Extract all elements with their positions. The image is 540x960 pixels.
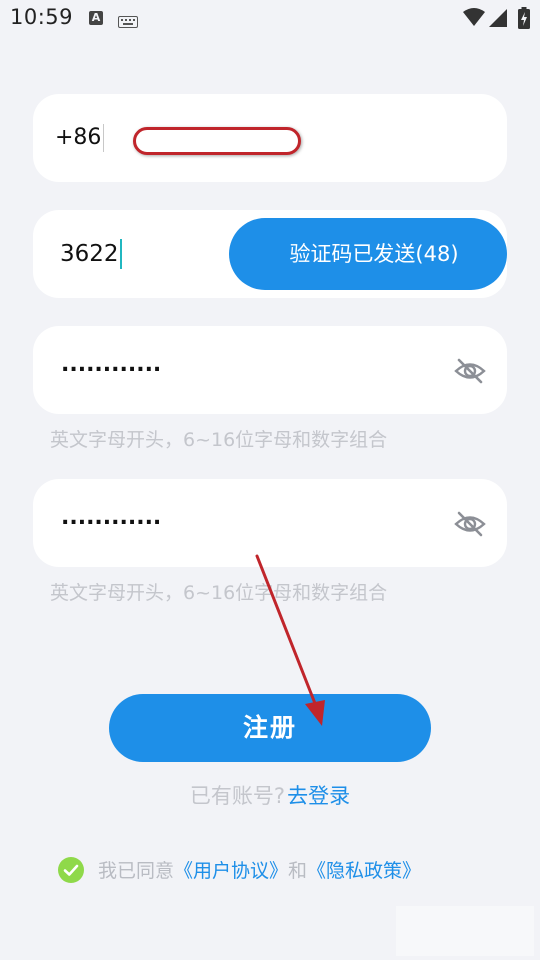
confirm-password-input[interactable]: ............ xyxy=(61,505,161,530)
login-prompt: 已有账号? xyxy=(189,784,286,808)
password-hint: 英文字母开头，6~16位字母和数字组合 xyxy=(50,429,388,451)
text-cursor xyxy=(120,239,122,269)
country-code-selector[interactable]: +86 xyxy=(55,125,101,150)
password-field[interactable]: ............ xyxy=(33,326,507,414)
corner-overlay xyxy=(396,906,534,956)
login-row: 已有账号?去登录 xyxy=(0,780,540,810)
send-code-button[interactable]: 验证码已发送(48) xyxy=(229,218,507,290)
confirm-password-field[interactable]: ............ xyxy=(33,479,507,567)
battery-charging-icon xyxy=(518,7,530,33)
verification-code-input[interactable]: 3622 xyxy=(60,241,119,267)
confirm-password-hint: 英文字母开头，6~16位字母和数字组合 xyxy=(50,582,388,604)
eye-off-icon[interactable] xyxy=(453,354,487,388)
login-link[interactable]: 去登录 xyxy=(287,784,350,808)
privacy-policy-link[interactable]: 《隐私政策》 xyxy=(307,860,421,882)
signal-icon xyxy=(488,8,508,32)
status-bar: 10:59 A xyxy=(0,0,540,40)
status-time: 10:59 xyxy=(10,5,74,29)
user-agreement-link[interactable]: 《用户协议》 xyxy=(174,860,288,882)
eye-off-icon[interactable] xyxy=(453,507,487,541)
verification-code-field[interactable]: 3622 验证码已发送(48) xyxy=(33,210,507,298)
accessibility-a-icon: A xyxy=(89,11,103,25)
country-code-divider xyxy=(103,124,104,152)
agreement-prefix: 我已同意 xyxy=(98,860,175,882)
keyboard-icon xyxy=(118,13,138,32)
phone-field[interactable]: +86 xyxy=(33,94,507,182)
check-circle-icon[interactable] xyxy=(58,856,84,883)
agreement-row: 我已同意《用户协议》和《隐私政策》 xyxy=(58,856,421,886)
redacted-phone-annotation xyxy=(133,127,301,155)
password-input[interactable]: ............ xyxy=(61,352,161,377)
agreement-conjunction: 和 xyxy=(288,860,308,882)
wifi-icon xyxy=(462,7,486,31)
register-button[interactable]: 注册 xyxy=(109,694,431,762)
